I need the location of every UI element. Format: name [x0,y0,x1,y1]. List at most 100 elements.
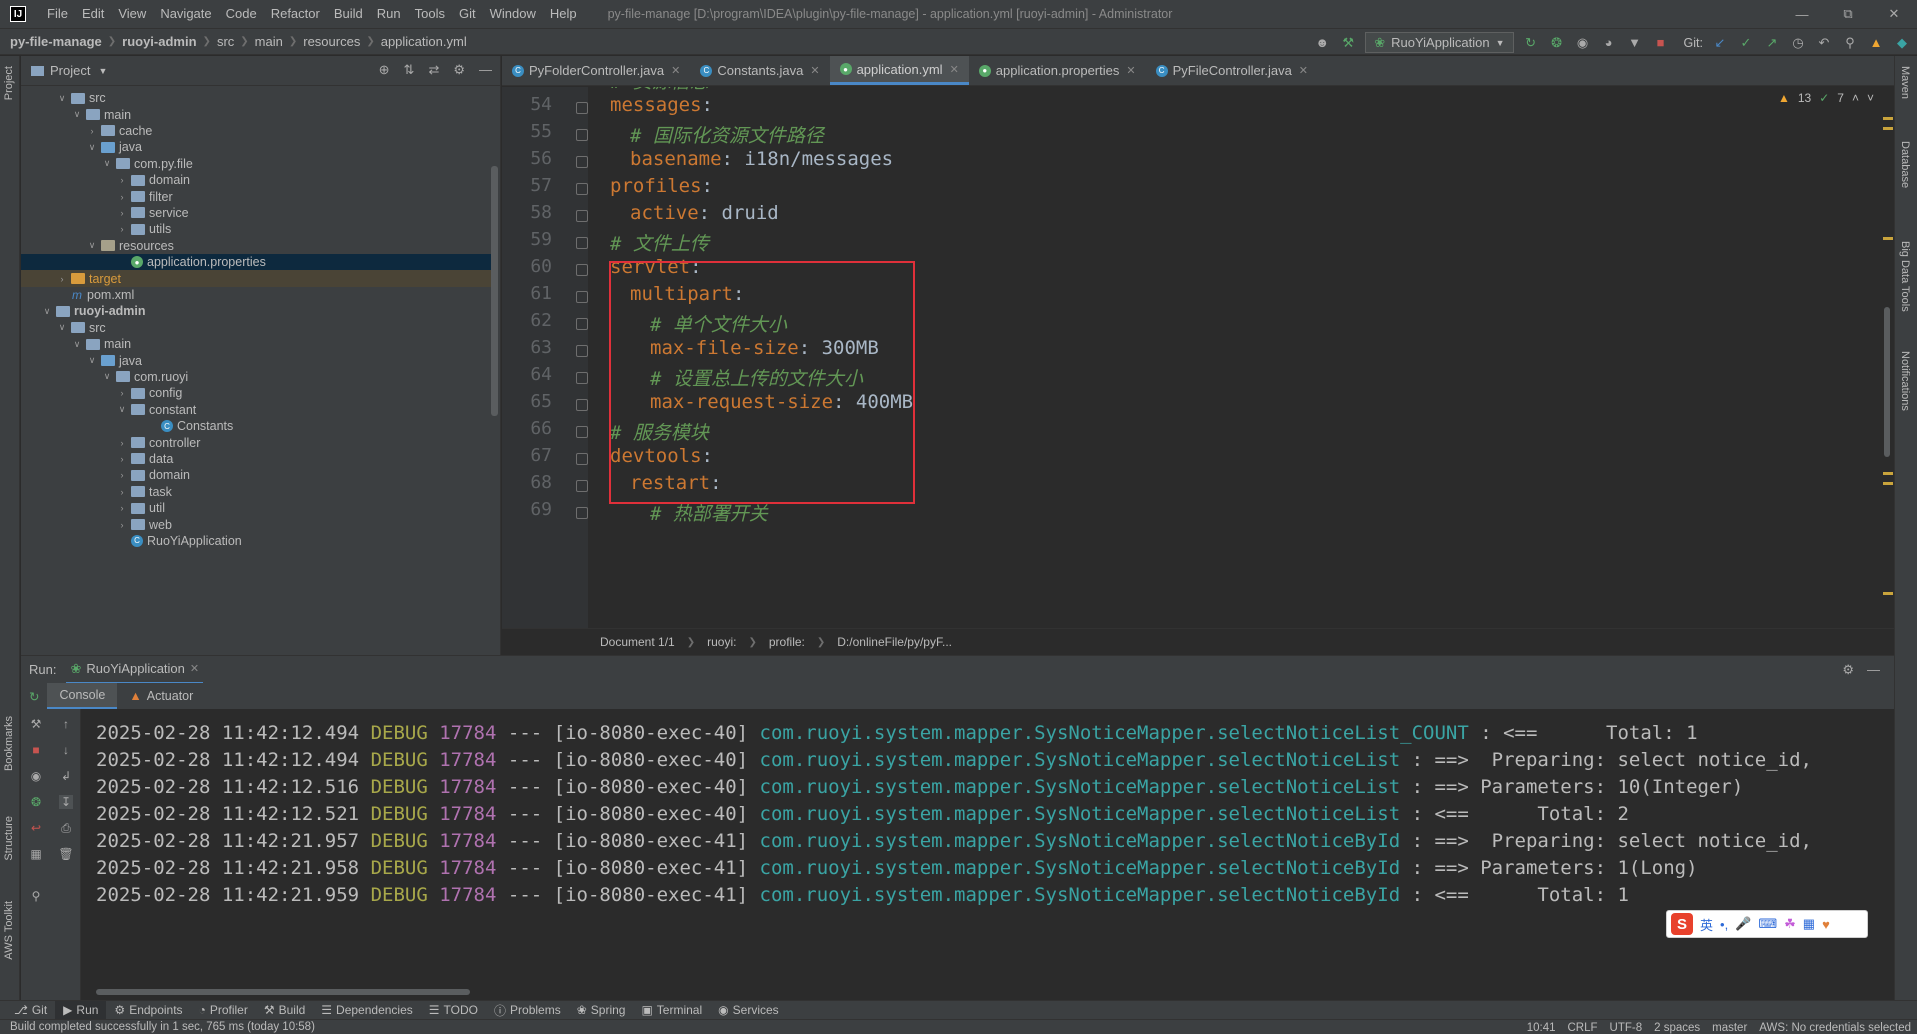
extra-icon[interactable]: ♥ [1822,917,1830,932]
updates-icon[interactable]: ▲ [1867,34,1885,52]
tree-item[interactable]: ∨ src [21,320,491,336]
menu-item-refactor[interactable]: Refactor [264,0,327,28]
restore-icon[interactable]: ⧉ [1825,0,1871,28]
camera-icon[interactable]: ◉ [29,769,43,783]
chevron-right-icon[interactable]: › [115,520,129,530]
git-push-icon[interactable]: ↗ [1763,34,1781,52]
tree-item[interactable]: › web [21,516,491,532]
fold-marker-icon[interactable] [576,507,588,519]
expand-all-icon[interactable]: ⇅ [404,62,415,78]
stop-icon[interactable]: ■ [1652,34,1670,52]
menu-item-run[interactable]: Run [370,0,408,28]
menu-item-edit[interactable]: Edit [75,0,111,28]
menu-item-code[interactable]: Code [219,0,264,28]
locate-icon[interactable]: ⊕ [379,62,390,78]
tree-item[interactable]: › domain [21,172,491,188]
status-widget[interactable]: 2 spaces [1654,1022,1700,1034]
run-tab[interactable]: ❀ RuoYiApplication ✕ [66,656,204,684]
tool-run[interactable]: ▶ Run [55,1000,107,1020]
editor-breadcrumb-item[interactable]: Document 1/1 [600,635,675,649]
run-configuration-select[interactable]: ❀ RuoYiApplication ▼ [1365,32,1514,53]
skin-icon[interactable]: ☘ [1784,916,1796,932]
log-logger[interactable]: com.ruoyi.system.mapper.SysNoticeMapper.… [760,722,1469,744]
chevron-down-icon[interactable]: ∨ [100,158,114,169]
fold-marker-icon[interactable] [576,264,588,276]
chevron-right-icon[interactable]: › [85,126,99,136]
fold-marker-icon[interactable] [576,210,588,222]
fold-marker-icon[interactable] [576,453,588,465]
tree-item[interactable]: ∨ java [21,352,491,368]
hide-icon[interactable]: — [1867,662,1880,677]
fold-marker-icon[interactable] [576,183,588,195]
editor-tab[interactable]: C PyFileController.java ✕ [1146,56,1318,85]
tool-terminal[interactable]: ▣ Terminal [633,1001,710,1020]
gear-icon[interactable]: ⚙ [453,62,465,78]
chevron-down-icon[interactable]: ∨ [85,355,99,366]
project-scrollbar[interactable] [491,166,498,416]
chevron-right-icon[interactable]: › [115,470,129,480]
tree-item[interactable]: › data [21,451,491,467]
plugin-icon[interactable]: ◆ [1893,34,1911,52]
ime-toolbar[interactable]: S 英 •, 🎤 ⌨ ☘ ▦ ♥ [1666,910,1868,938]
chevron-down-icon[interactable]: ∨ [115,404,129,415]
menu-item-git[interactable]: Git [452,0,483,28]
editor-breadcrumb-item[interactable]: D:/onlineFile/py/pyF... [837,635,952,649]
keyboard-icon[interactable]: ⌨ [1758,916,1777,932]
tree-item[interactable]: › domain [21,467,491,483]
tree-item[interactable]: ∨ ruoyi-admin [21,303,491,319]
close-icon[interactable]: ✕ [1871,0,1917,28]
breadcrumb-item[interactable]: application.yml [381,34,467,49]
structure-tool-button[interactable]: Structure [3,816,15,861]
search-icon[interactable]: ⚲ [1841,34,1859,52]
chevron-down-icon[interactable]: ∨ [55,322,69,333]
stop-icon[interactable]: ■ [29,743,43,757]
tab-console[interactable]: Console [47,683,118,709]
layout-icon[interactable]: ▦ [29,847,43,861]
editor-breadcrumb-item[interactable]: ruoyi: [707,635,736,649]
notifications-tool-button[interactable]: Notifications [1899,351,1911,411]
tree-item[interactable]: C Constants [21,418,491,434]
log-logger[interactable]: com.ruoyi.system.mapper.SysNoticeMapper.… [760,803,1401,825]
rollback-icon[interactable]: ↶ [1815,34,1833,52]
tree-item[interactable]: ∨ main [21,106,491,122]
build-hammer-icon[interactable]: ⚒ [1339,34,1357,52]
database-tool-button[interactable]: Database [1899,141,1911,188]
tree-item[interactable]: › config [21,385,491,401]
tree-item[interactable]: › service [21,205,491,221]
bug-icon[interactable]: ❂ [29,795,43,809]
menu-item-build[interactable]: Build [327,0,370,28]
status-widget[interactable]: 10:41 [1527,1022,1556,1034]
breadcrumb-item[interactable]: py-file-manage [10,34,102,49]
tool-problems[interactable]: ⓘ Problems [486,1001,569,1020]
status-widget[interactable]: master [1712,1022,1747,1034]
tool-spring[interactable]: ❀ Spring [569,1001,634,1020]
menu-item-tools[interactable]: Tools [408,0,452,28]
log-logger[interactable]: com.ruoyi.system.mapper.SysNoticeMapper.… [760,884,1401,906]
close-icon[interactable]: ✕ [1299,64,1308,77]
editor-tab[interactable]: C PyFolderController.java ✕ [502,56,690,85]
run-toolbar-rerun[interactable]: ↻ [21,683,47,709]
close-icon[interactable]: ✕ [671,64,680,77]
tool-build[interactable]: ⚒ Build [256,1001,313,1020]
tab-actuator[interactable]: ▲ Actuator [117,683,205,709]
chevron-right-icon[interactable]: › [115,438,129,448]
status-widget[interactable]: CRLF [1567,1022,1597,1034]
tree-item[interactable]: › util [21,500,491,516]
breadcrumb-item[interactable]: resources [303,34,360,49]
status-widget[interactable]: UTF-8 [1610,1022,1643,1034]
close-icon[interactable]: ✕ [190,662,199,675]
punctuation-icon[interactable]: •, [1720,917,1728,932]
tree-item[interactable]: › utils [21,221,491,237]
user-icon[interactable]: ☻ [1313,34,1331,52]
fold-marker-icon[interactable] [576,237,588,249]
fold-marker-icon[interactable] [576,318,588,330]
tree-item[interactable]: ∨ resources [21,238,491,254]
fold-marker-icon[interactable] [576,102,588,114]
console-hscrollbar[interactable] [96,989,470,995]
tree-item[interactable]: › task [21,484,491,500]
maven-tool-button[interactable]: Maven [1899,66,1911,99]
profile-icon[interactable]: ◕ [1600,34,1618,52]
editor-scrollbar[interactable] [1884,307,1890,457]
debug-icon[interactable]: ❂ [1548,34,1566,52]
chevron-right-icon[interactable]: › [115,208,129,218]
